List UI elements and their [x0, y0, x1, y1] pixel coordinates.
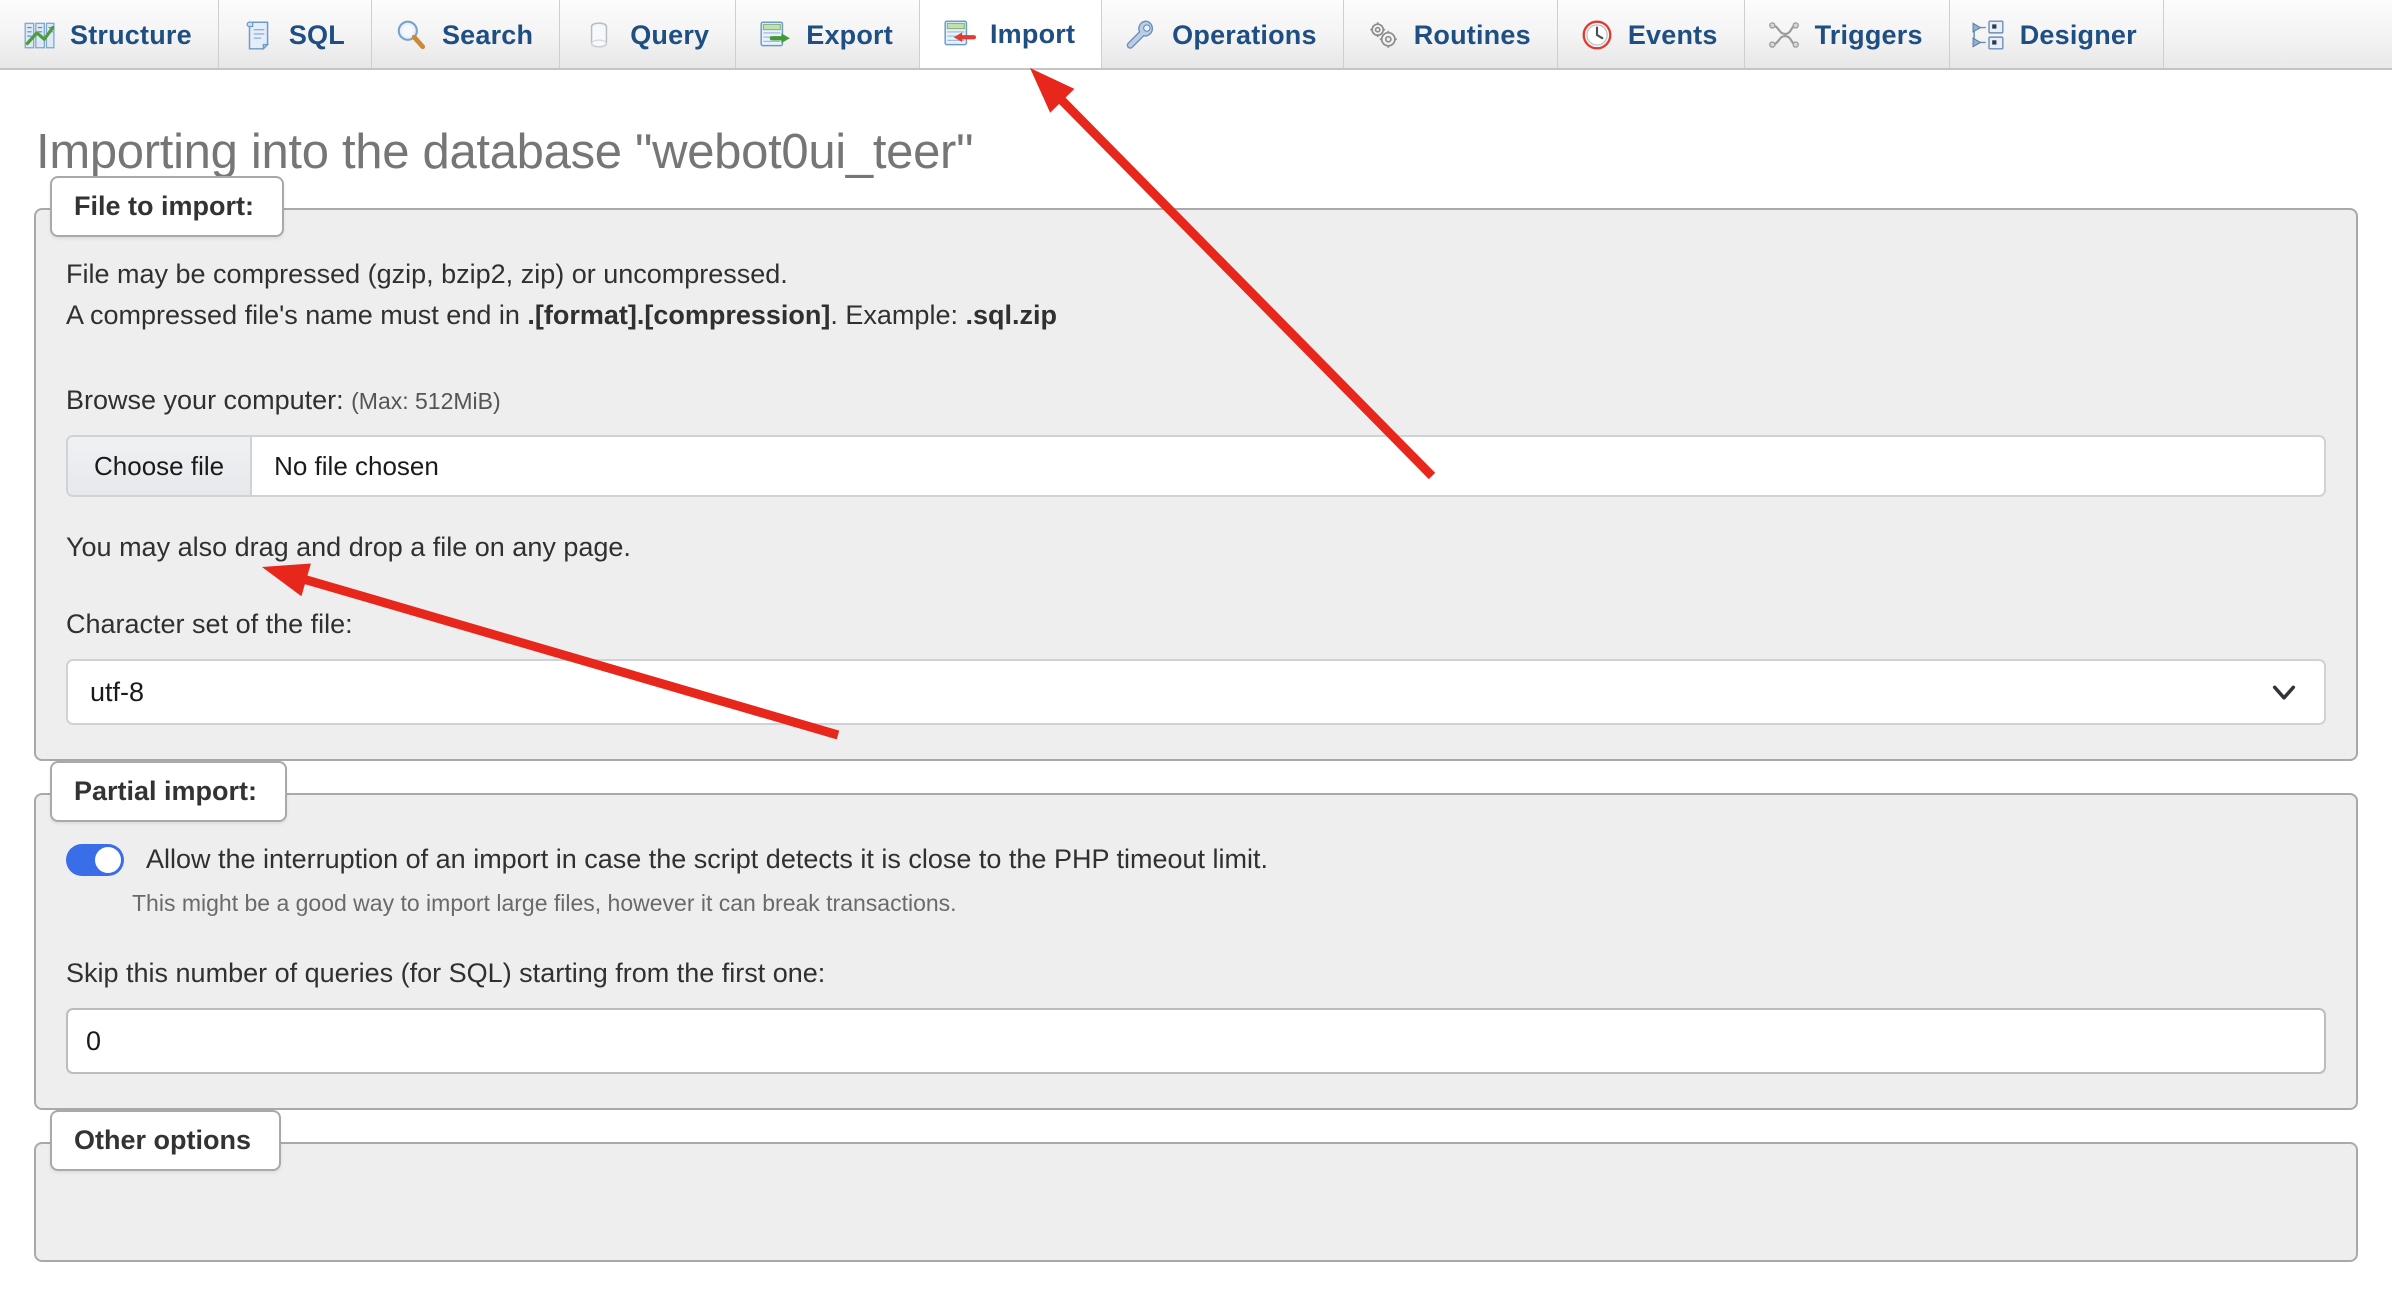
triggers-icon — [1767, 18, 1801, 52]
charset-selected-value: utf-8 — [90, 676, 145, 707]
toggle-knob — [95, 846, 121, 873]
tab-label: Events — [1627, 19, 1718, 50]
sql-icon — [241, 18, 275, 52]
tab-label: Routines — [1413, 19, 1531, 50]
tab-label: Operations — [1172, 19, 1317, 50]
allow-interrupt-label: Allow the interruption of an import in c… — [146, 844, 1269, 875]
tab-label: Import — [989, 18, 1076, 49]
browse-label-row: Browse your computer: (Max: 512MiB) — [66, 380, 2326, 421]
tab-label: Triggers — [1814, 19, 1923, 50]
charset-label: Character set of the file: — [66, 609, 353, 640]
file-to-import-legend: File to import: — [50, 176, 284, 237]
browse-label: Browse your computer: — [66, 385, 344, 416]
other-options-legend: Other options — [50, 1110, 281, 1172]
compression-info-line: File may be compressed (gzip, bzip2, zip… — [66, 259, 788, 289]
choose-file-button[interactable]: Choose file — [68, 437, 253, 496]
tab-sql[interactable]: SQL — [218, 0, 372, 68]
clock-icon — [1580, 18, 1614, 52]
wrench-icon — [1124, 18, 1158, 52]
export-icon — [758, 18, 792, 52]
compression-format-pattern: .[format].[compression] — [527, 300, 831, 331]
tab-operations[interactable]: Operations — [1102, 0, 1344, 68]
tab-export[interactable]: Export — [736, 0, 920, 68]
tab-structure[interactable]: Structure — [0, 0, 219, 68]
search-icon — [394, 18, 428, 52]
query-icon — [582, 18, 616, 52]
tab-label: Structure — [70, 19, 192, 50]
routines-icon — [1366, 18, 1400, 52]
other-options-fieldset: Other options — [34, 1110, 2358, 1263]
tab-query[interactable]: Query — [560, 0, 737, 68]
tab-triggers[interactable]: Triggers — [1744, 0, 1950, 68]
page-content: Importing into the database "webot0ui_te… — [0, 124, 2392, 1263]
tab-label: Designer — [2019, 19, 2137, 50]
chosen-file-name: No file chosen — [274, 450, 439, 481]
chevron-down-icon — [2270, 678, 2298, 706]
file-upload-control[interactable]: Choose file No file chosen — [66, 435, 2326, 498]
compression-format-mid: . Example: — [830, 300, 966, 331]
tab-designer[interactable]: Designer — [1949, 0, 2164, 68]
tab-label: Search — [441, 19, 534, 50]
allow-interrupt-note: This might be a good way to import large… — [132, 890, 957, 917]
page-title: Importing into the database "webot0ui_te… — [36, 125, 974, 179]
partial-import-legend: Partial import: — [50, 761, 288, 823]
tab-bar-filler — [2163, 0, 2392, 68]
tab-label: SQL — [288, 19, 345, 50]
compression-format-line: A compressed file's name must end in .[f… — [66, 295, 2326, 336]
charset-select[interactable]: utf-8 — [66, 659, 2326, 726]
structure-icon — [22, 18, 56, 52]
browse-max-size: (Max: 512MiB) — [351, 388, 501, 415]
tab-import[interactable]: Import — [919, 0, 1103, 68]
skip-queries-label: Skip this number of queries (for SQL) st… — [66, 958, 826, 989]
drag-drop-note: You may also drag and drop a file on any… — [66, 532, 631, 563]
compression-format-example: .sql.zip — [965, 300, 1057, 331]
tab-events[interactable]: Events — [1557, 0, 1745, 68]
main-tab-bar: Structure SQL Search Query Export Import — [0, 0, 2392, 70]
import-icon — [942, 17, 976, 51]
tab-label: Query — [630, 19, 710, 50]
tab-routines[interactable]: Routines — [1343, 0, 1558, 68]
tab-search[interactable]: Search — [371, 0, 561, 68]
skip-queries-input[interactable]: 0 — [66, 1008, 2326, 1075]
partial-import-fieldset: Partial import: Allow the interruption o… — [34, 761, 2358, 1111]
file-to-import-fieldset: File to import: File may be compressed (… — [34, 176, 2358, 762]
allow-interrupt-row: Allow the interruption of an import in c… — [66, 839, 2326, 880]
designer-icon — [1972, 18, 2006, 52]
tab-label: Export — [806, 19, 893, 50]
allow-interrupt-toggle[interactable] — [66, 843, 124, 876]
compression-format-prefix: A compressed file's name must end in — [66, 300, 528, 331]
